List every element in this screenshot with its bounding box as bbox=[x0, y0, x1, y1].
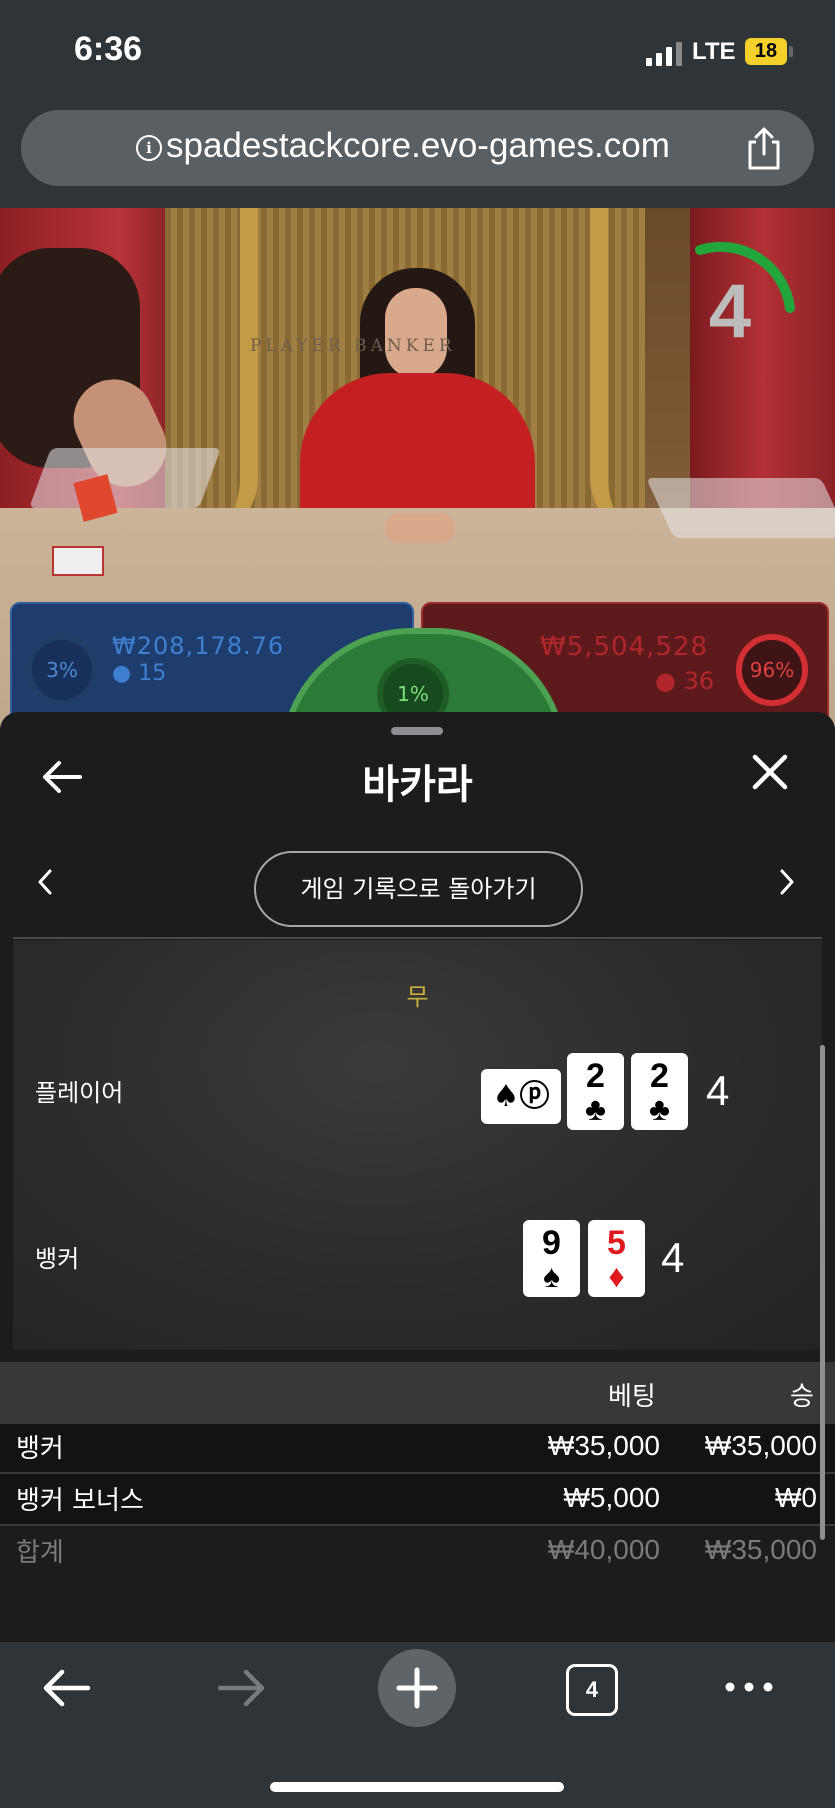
plus-icon bbox=[396, 1667, 438, 1709]
divider bbox=[13, 937, 822, 939]
card-rank: 9 bbox=[542, 1224, 561, 1262]
card-shoe-left bbox=[29, 448, 221, 508]
url-text[interactable]: spadestackcore.evo-games.com bbox=[166, 126, 670, 166]
card-rank: 5 bbox=[607, 1224, 626, 1262]
bets-table-header bbox=[0, 1362, 835, 1424]
browser-back-icon[interactable] bbox=[40, 1660, 92, 1716]
info-icon[interactable]: i bbox=[136, 135, 162, 161]
scrollbar[interactable] bbox=[820, 1045, 825, 1540]
back-to-history-button[interactable]: 게임 기록으로 돌아가기 bbox=[254, 851, 583, 927]
club-icon: ♣ bbox=[649, 1091, 670, 1127]
banker-percent: 96% bbox=[736, 634, 808, 706]
card-shoe-right bbox=[646, 478, 835, 538]
person-icon: ● bbox=[655, 667, 676, 695]
network-type: LTE bbox=[692, 38, 736, 65]
dealer-hands bbox=[385, 513, 455, 543]
home-indicator[interactable] bbox=[270, 1782, 564, 1792]
new-tab-button[interactable] bbox=[378, 1649, 456, 1727]
total-win-amount: ₩35,000 bbox=[704, 1534, 817, 1565]
dealer-face bbox=[385, 288, 447, 378]
banker-card-2: 5 ♦ bbox=[588, 1220, 645, 1297]
more-icon[interactable] bbox=[724, 1662, 774, 1712]
chevron-right-icon[interactable] bbox=[778, 868, 796, 896]
person-icon: ● bbox=[112, 661, 132, 686]
banker-card-1: 9 ♠ bbox=[523, 1220, 580, 1297]
column-header-win: 승 bbox=[790, 1382, 814, 1412]
chevron-left-icon[interactable] bbox=[36, 868, 54, 896]
club-icon: ♣ bbox=[585, 1091, 606, 1127]
sheet-title: 바카라 bbox=[362, 763, 473, 807]
tabs-button[interactable]: 4 bbox=[566, 1664, 618, 1716]
table-card bbox=[52, 546, 104, 576]
banker-bettor-count: ● 36 bbox=[655, 667, 714, 695]
card-rank: 2 bbox=[586, 1057, 605, 1095]
status-time: 6:36 bbox=[74, 30, 143, 68]
card-rank: 2 bbox=[650, 1057, 669, 1095]
bet-name: 뱅커 보너스 bbox=[16, 1486, 144, 1516]
column-header-bet: 베팅 bbox=[608, 1382, 656, 1412]
banker-hand-label: 뱅커 bbox=[35, 1245, 80, 1273]
sheet-grabber[interactable] bbox=[391, 727, 443, 735]
player-card-1: 2 ♣ bbox=[567, 1053, 624, 1130]
row-divider bbox=[0, 1524, 835, 1526]
player-hand-label: 플레이어 bbox=[35, 1079, 124, 1107]
banker-total-amount: ₩5,504,528 bbox=[540, 632, 709, 662]
diamond-icon: ♦ bbox=[608, 1258, 625, 1294]
win-amount: ₩35,000 bbox=[704, 1430, 817, 1461]
banker-count-value: 36 bbox=[683, 667, 715, 695]
player-card-2: 2 ♣ bbox=[631, 1053, 688, 1130]
battery-icon: 18 bbox=[745, 38, 787, 65]
close-icon[interactable] bbox=[752, 754, 788, 790]
player-card-back: ♠ⓟ bbox=[481, 1069, 561, 1124]
total-label: 합계 bbox=[16, 1538, 64, 1568]
player-count-value: 15 bbox=[138, 661, 167, 686]
player-bettor-count: ● 15 bbox=[112, 661, 166, 686]
signal-icon bbox=[646, 42, 682, 66]
player-percent: 3% bbox=[26, 634, 98, 706]
banker-score: 4 bbox=[661, 1234, 685, 1281]
player-total-amount: ₩208,178.76 bbox=[112, 632, 285, 660]
win-amount: ₩0 bbox=[775, 1482, 817, 1513]
share-icon[interactable] bbox=[744, 126, 784, 172]
countdown-number: 4 bbox=[708, 269, 752, 354]
round-outcome: 무 bbox=[406, 983, 429, 1011]
bet-name: 뱅커 bbox=[16, 1434, 64, 1464]
card-back-logo: ♠ⓟ bbox=[492, 1079, 550, 1114]
player-score: 4 bbox=[706, 1067, 730, 1114]
browser-forward-icon[interactable] bbox=[216, 1660, 268, 1716]
table-printing: PLAYER BANKER bbox=[250, 336, 456, 356]
battery-tip bbox=[789, 46, 793, 57]
spade-icon: ♠ bbox=[543, 1258, 560, 1294]
